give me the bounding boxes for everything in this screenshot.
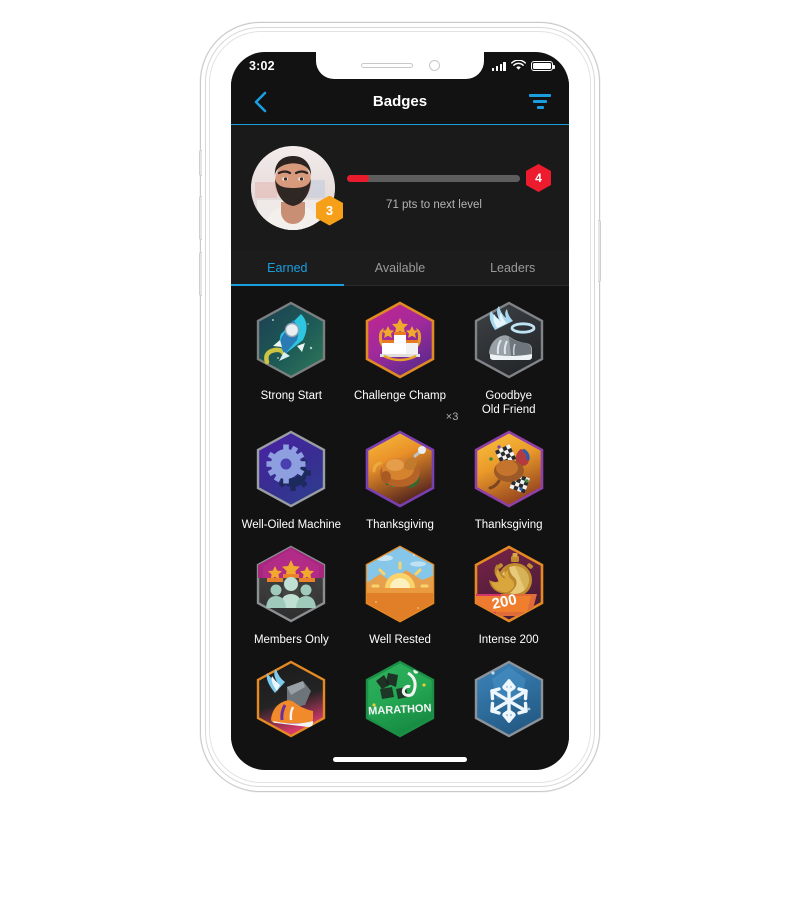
badge-hex: [362, 544, 438, 624]
badge-item[interactable]: Goodbye Old Friend: [454, 292, 563, 421]
badge-hex: [471, 659, 547, 739]
avatar-wrapper[interactable]: 3: [251, 145, 343, 230]
status-bar-clock: 3:02: [249, 58, 275, 73]
gears-badge-icon: [257, 430, 326, 508]
badge-item[interactable]: Thanksgiving: [454, 421, 563, 536]
badge-item[interactable]: [237, 651, 346, 752]
badge-hex: [253, 300, 329, 380]
level-progress-bar[interactable]: [347, 174, 520, 182]
roast-turkey-badge-icon: [365, 430, 435, 508]
badge-hex: 200: [471, 544, 547, 624]
badge-item[interactable]: MARATHON: [346, 651, 455, 752]
snowflake-badge-icon: [474, 660, 543, 738]
home-indicator[interactable]: [333, 757, 467, 762]
chevron-left-icon: [254, 91, 267, 112]
badge-hex: [253, 544, 329, 624]
badge-item[interactable]: Thanksgiving: [346, 421, 455, 536]
badge-hex: MARATHON: [362, 659, 438, 739]
badge-hex: [253, 429, 329, 509]
status-bar-icons: [491, 60, 555, 71]
volume-up-button[interactable]: [199, 196, 202, 240]
badge-hex: [471, 300, 547, 380]
page-title: Badges: [372, 93, 428, 110]
next-level-badge: 4: [526, 164, 551, 192]
mute-switch[interactable]: [199, 150, 202, 176]
progress-row: 4: [347, 164, 551, 192]
badge-label: Strong Start: [260, 390, 323, 402]
level-progress-fill: [347, 174, 370, 182]
badge-label: Well Rested: [369, 634, 431, 646]
volume-down-button[interactable]: [199, 252, 202, 296]
stopwatch-flame-200-badge-icon: 200: [474, 545, 543, 623]
badge-label: Thanksgiving: [474, 519, 543, 531]
badge-item[interactable]: Well-Oiled Machine: [237, 421, 346, 536]
power-button[interactable]: [598, 220, 601, 282]
badge-label: Members Only: [253, 634, 329, 646]
badge-grid: Strong Start ×3 Challenge Champ Goodbye …: [231, 286, 569, 752]
tab-leaders[interactable]: Leaders: [456, 250, 569, 285]
speaker-slot-icon: [360, 63, 413, 68]
filter-icon[interactable]: [525, 87, 555, 117]
badge-label: Goodbye Old Friend: [481, 390, 536, 416]
back-button[interactable]: [245, 87, 275, 117]
winged-sneaker-badge-icon: [257, 660, 326, 738]
badge-label: Challenge Champ: [353, 390, 447, 402]
badge-label: Intense 200: [478, 634, 539, 646]
badge-item[interactable]: [454, 651, 563, 752]
profile-summary: 3 4 71 pts to next level: [231, 125, 569, 250]
badge-label: Thanksgiving: [366, 519, 434, 531]
cellular-signal-icon: [491, 61, 506, 71]
tab-available[interactable]: Available: [344, 250, 457, 285]
badge-item[interactable]: Well Rested: [346, 536, 455, 651]
badge-item[interactable]: Members Only: [237, 536, 346, 651]
sunrise-badge-icon: [365, 545, 435, 623]
tab-bar: Earned Available Leaders: [231, 250, 569, 286]
rocket-badge-icon: [257, 301, 326, 379]
wifi-icon: [511, 60, 526, 70]
badge-label: Well-Oiled Machine: [241, 519, 342, 531]
podium-trophy-badge-icon: [365, 301, 435, 379]
group-people-badge-icon: [257, 545, 326, 623]
badge-item[interactable]: 200 Intense 200: [454, 536, 563, 651]
badge-hex: [362, 429, 438, 509]
badge-hex: [471, 429, 547, 509]
level-progress-area: 4 71 pts to next level: [347, 164, 555, 211]
turkey-trot-badge-icon: [474, 430, 543, 508]
winged-shoe-badge-icon: [474, 301, 543, 379]
badge-item[interactable]: ×3 Challenge Champ: [346, 292, 458, 423]
badge-hex: [253, 659, 329, 739]
phone-screen: 3:02 Badges 3 4 71 pts to next level Ear…: [231, 52, 569, 770]
badge-item[interactable]: Strong Start: [237, 292, 346, 421]
marathon-graffiti-badge-icon: MARATHON: [365, 660, 435, 738]
app-header: Badges: [231, 79, 569, 125]
screenshot-stage: 3:02 Badges 3 4 71 pts to next level Ear…: [0, 0, 800, 900]
front-camera-icon: [428, 60, 440, 71]
badge-hex: [362, 300, 438, 380]
tab-earned[interactable]: Earned: [231, 250, 344, 286]
device-notch: [316, 52, 484, 79]
points-to-next-level-label: 71 pts to next level: [386, 199, 482, 211]
badge-list-scroll[interactable]: Strong Start ×3 Challenge Champ Goodbye …: [231, 286, 569, 760]
battery-icon: [531, 60, 555, 71]
